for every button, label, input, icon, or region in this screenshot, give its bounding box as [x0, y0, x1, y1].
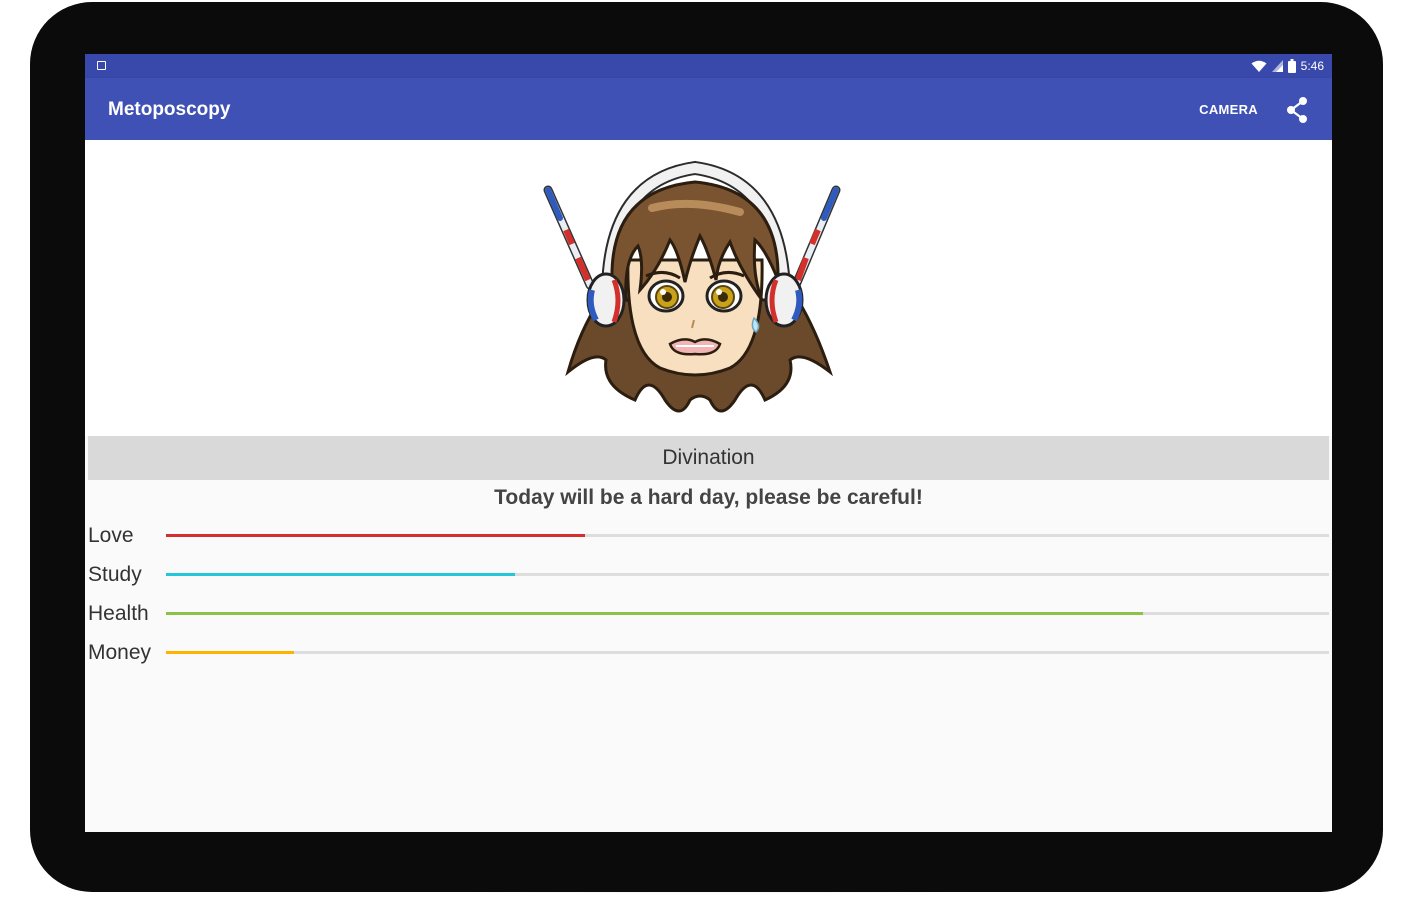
notification-icon — [97, 61, 106, 70]
right-earcup — [764, 272, 804, 328]
avatar-area — [85, 140, 1332, 436]
wifi-icon — [1251, 60, 1267, 72]
metric-track-study — [166, 573, 1329, 576]
app-bar: Metoposcopy CAMERA — [85, 78, 1332, 140]
share-icon — [1287, 97, 1307, 123]
metric-row-health: Health — [88, 597, 1329, 636]
metric-fill-health — [166, 612, 1143, 615]
anime-girl-worried-face-icon — [543, 160, 841, 413]
metric-label-health: Health — [88, 602, 149, 625]
metric-label-love: Love — [88, 524, 134, 547]
metric-track-love — [166, 534, 1329, 537]
divination-header: Divination — [88, 436, 1329, 480]
metric-row-study: Study — [88, 558, 1329, 597]
metric-label-money: Money — [88, 641, 152, 664]
status-icons: 5:46 — [1251, 58, 1324, 74]
camera-button[interactable]: CAMERA — [1199, 102, 1258, 117]
signal-icon — [1271, 60, 1283, 72]
app-screen: 5:46 Metoposcopy CAMERA Divination Today… — [85, 54, 1332, 832]
metric-track-money — [166, 651, 1329, 654]
fortune-metrics: Love Study Health Money — [88, 519, 1329, 675]
left-earcup — [586, 272, 626, 328]
battery-icon — [1287, 59, 1296, 73]
app-title: Metoposcopy — [108, 99, 231, 120]
status-bar: 5:46 — [85, 54, 1332, 78]
metric-label-study: Study — [88, 563, 142, 586]
metric-track-health — [166, 612, 1329, 615]
share-button[interactable] — [1282, 95, 1312, 125]
main-content: Divination Today will be a hard day, ple… — [85, 140, 1332, 832]
metric-row-love: Love — [88, 519, 1329, 558]
left-antenna — [543, 185, 595, 290]
metric-row-money: Money — [88, 636, 1329, 675]
fortune-message: Today will be a hard day, please be care… — [494, 486, 923, 509]
status-time: 5:46 — [1300, 59, 1324, 73]
right-antenna — [791, 185, 841, 290]
metric-fill-money — [166, 651, 294, 654]
metric-fill-study — [166, 573, 515, 576]
metric-fill-love — [166, 534, 585, 537]
